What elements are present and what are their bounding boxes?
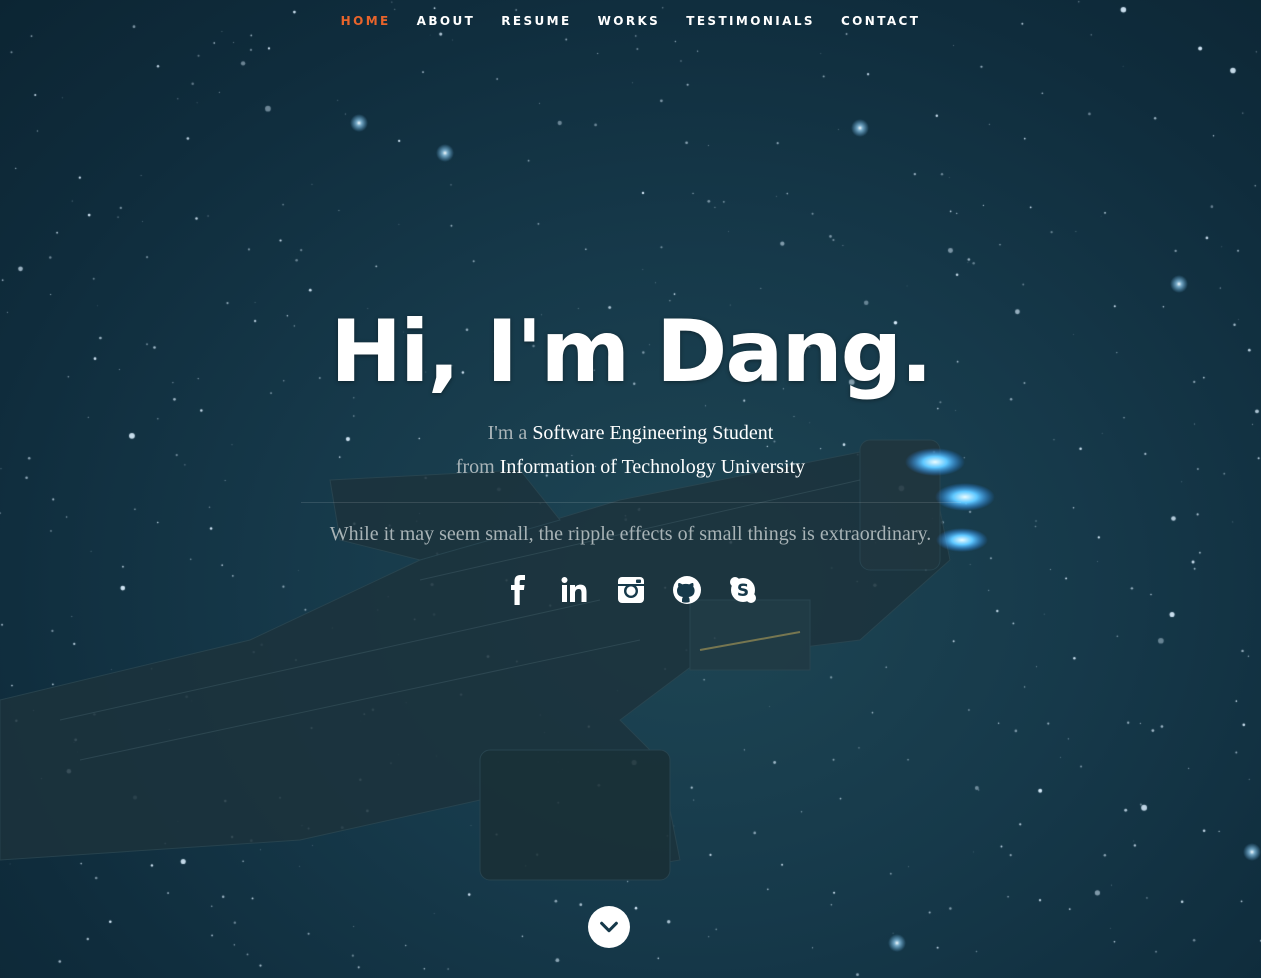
subtitle-school: Information of Technology University xyxy=(499,456,806,478)
scroll-down-button[interactable] xyxy=(588,906,630,948)
subtitle-prefix-1: I'm a xyxy=(487,422,528,444)
hero-tagline: While it may seem small, the ripple effe… xyxy=(329,523,932,545)
linkedin-link[interactable] xyxy=(559,574,591,606)
skype-icon: S xyxy=(729,577,756,603)
nav-link-resume[interactable]: RESUME xyxy=(501,14,571,28)
github-link[interactable] xyxy=(671,574,703,606)
facebook-icon xyxy=(510,575,525,605)
nav-link-about[interactable]: ABOUT xyxy=(417,14,476,28)
hero-section: Hi, I'm Dang. I'm a Software Engineering… xyxy=(0,300,1261,611)
nav-item-home: HOME xyxy=(328,12,404,30)
subtitle-prefix-2: from xyxy=(455,456,495,478)
svg-text:S: S xyxy=(736,581,748,601)
hero-headline: Hi, I'm Dang. xyxy=(330,302,933,402)
hero-divider xyxy=(300,502,961,503)
nav-item-testimonials: TESTIMONIALS xyxy=(673,12,828,30)
github-icon xyxy=(672,576,701,604)
nav-item-works: WORKS xyxy=(585,12,674,30)
subtitle-role: Software Engineering Student xyxy=(532,422,774,444)
hero-subtitle: I'm a Software Engineering Student from … xyxy=(0,416,1261,484)
nav-item-contact: CONTACT xyxy=(828,12,933,30)
nav-item-resume: RESUME xyxy=(488,12,584,30)
instagram-icon xyxy=(617,577,644,603)
main-navigation: HOME ABOUT RESUME WORKS TESTIMONIALS CONTACT xyxy=(0,12,1261,30)
nav-link-testimonials[interactable]: TESTIMONIALS xyxy=(686,14,815,28)
nav-link-home[interactable]: HOME xyxy=(341,14,391,28)
linkedin-icon xyxy=(561,577,586,602)
skype-link[interactable]: S xyxy=(727,574,759,606)
nav-link-works[interactable]: WORKS xyxy=(598,14,661,28)
chevron-down-icon xyxy=(600,921,618,933)
nav-link-contact[interactable]: CONTACT xyxy=(841,14,920,28)
facebook-link[interactable] xyxy=(503,574,535,606)
social-links: S xyxy=(503,574,759,606)
instagram-link[interactable] xyxy=(615,574,647,606)
nav-item-about: ABOUT xyxy=(404,12,489,30)
